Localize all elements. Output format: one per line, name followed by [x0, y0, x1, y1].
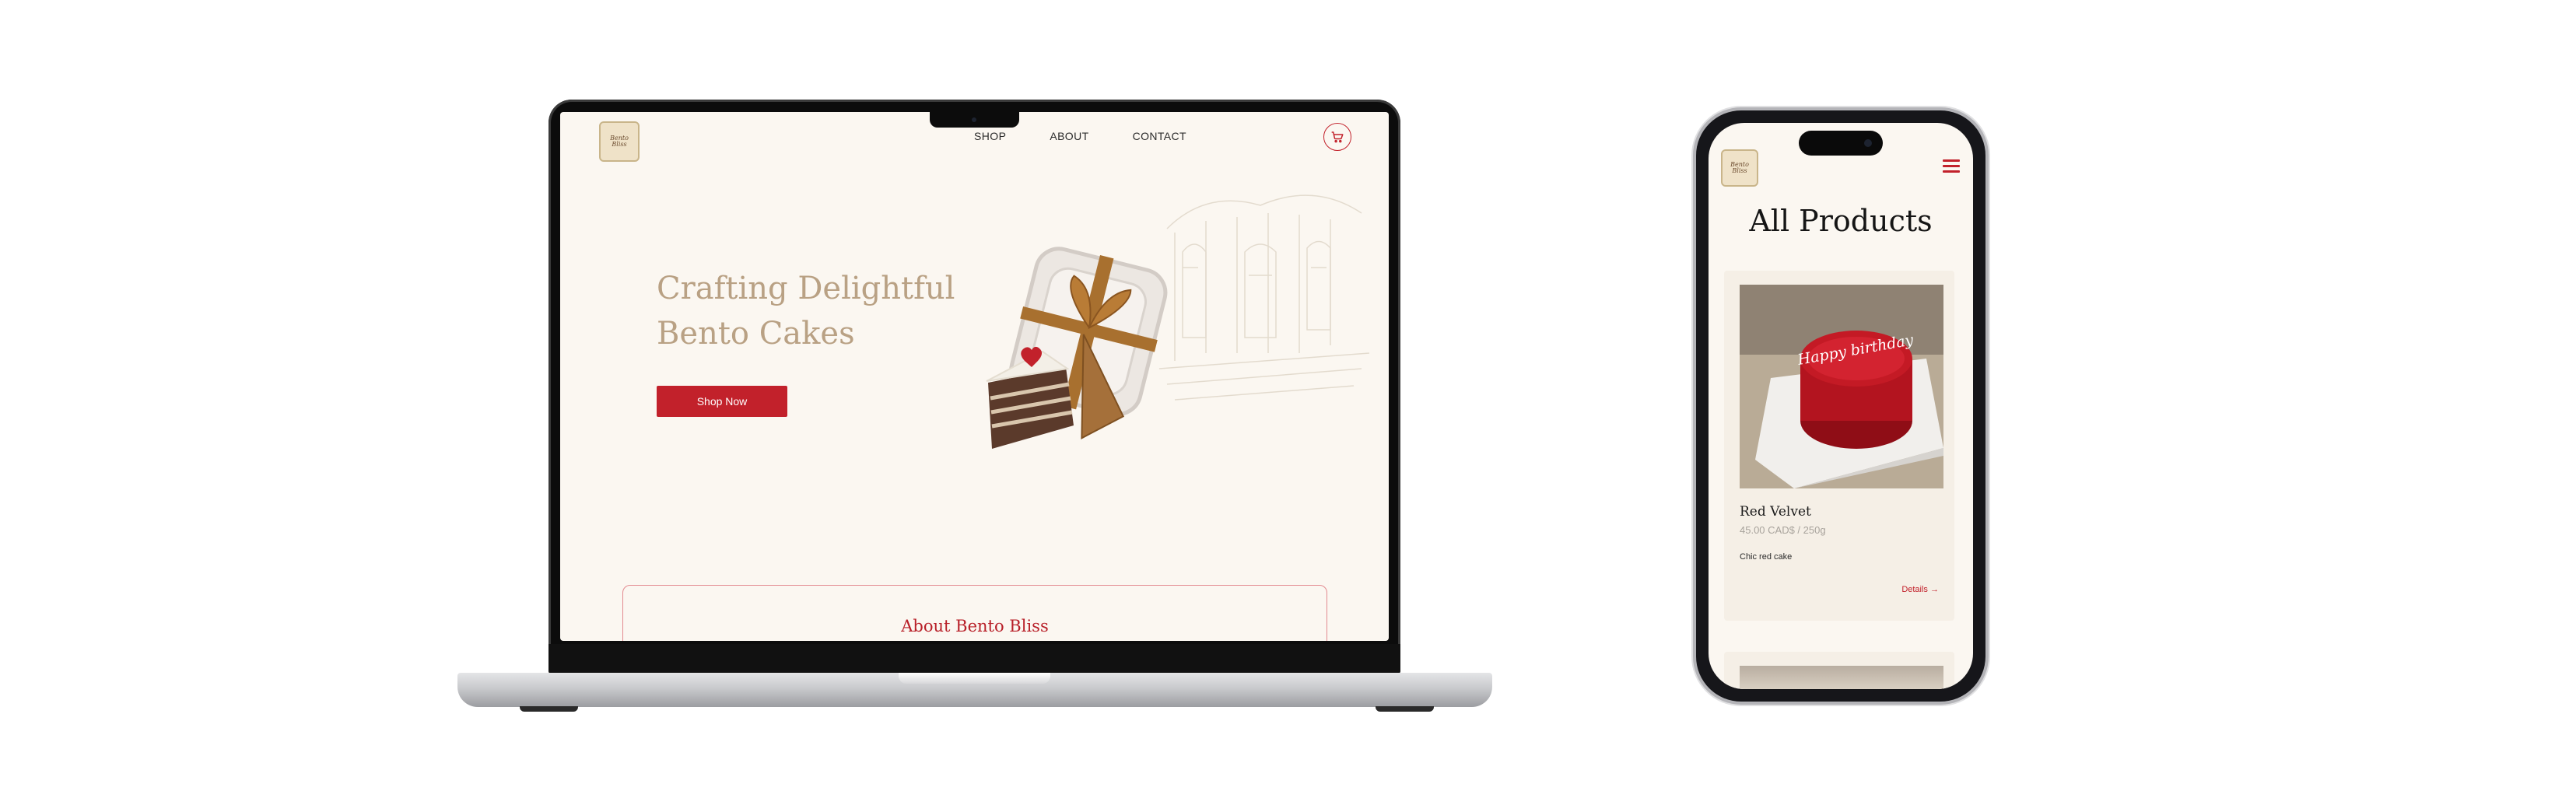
- product-details-link[interactable]: Details →: [1901, 585, 1939, 594]
- nav-shop-link[interactable]: SHOP: [974, 130, 1006, 142]
- product-card[interactable]: [1724, 652, 1954, 689]
- page-title: All Products: [1749, 204, 1933, 238]
- desktop-website-screen: Bento Bliss SHOP ABOUT CONTACT Crafting …: [560, 112, 1389, 641]
- product-name[interactable]: Red Velvet: [1740, 504, 1811, 520]
- logo-line-2: Bliss: [1732, 167, 1747, 174]
- red-velvet-cake-image[interactable]: Happy birthday: [1740, 285, 1943, 488]
- laptop-bezel-bottom: [548, 644, 1400, 675]
- product-price: 45.00 CAD$ / 250g: [1740, 524, 1826, 536]
- nav-about-link[interactable]: ABOUT: [1050, 130, 1088, 142]
- hero-title-line-2: Bento Cakes: [657, 316, 855, 352]
- about-section-card: About Bento Bliss: [622, 585, 1327, 641]
- bento-bliss-logo[interactable]: Bento Bliss: [599, 121, 640, 162]
- logo-line-2: Bliss: [612, 141, 627, 148]
- shop-now-button[interactable]: Shop Now: [657, 386, 787, 417]
- bento-bliss-logo[interactable]: Bento Bliss: [1721, 149, 1758, 187]
- hero-title: Crafting Delightful Bento Cakes: [657, 266, 983, 356]
- cart-button[interactable]: [1323, 123, 1351, 151]
- hero-title-line-1: Crafting Delightful: [657, 271, 955, 306]
- about-title: About Bento Bliss: [901, 617, 1049, 635]
- hamburger-menu-icon[interactable]: [1943, 159, 1960, 177]
- laptop-opening-groove: [899, 673, 1050, 684]
- storefront-sketch-illustration: [1158, 194, 1370, 401]
- product-image[interactable]: [1740, 666, 1943, 689]
- product-card[interactable]: Happy birthday Red Velvet 45.00 CAD$ / 2…: [1724, 271, 1954, 621]
- dynamic-island: [1799, 131, 1883, 156]
- laptop-notch: [930, 112, 1019, 128]
- phone-power-button: [1985, 264, 1989, 327]
- nav-contact-link[interactable]: CONTACT: [1133, 130, 1186, 142]
- bento-cake-box-illustration: [986, 247, 1168, 449]
- camera-icon: [1864, 139, 1872, 147]
- product-description: Chic red cake: [1740, 552, 1793, 562]
- laptop-foot-right: [1376, 706, 1434, 712]
- shopping-cart-icon: [1331, 131, 1344, 143]
- laptop-foot-left: [520, 706, 578, 712]
- main-nav: SHOP ABOUT CONTACT: [974, 130, 1186, 142]
- camera-icon: [972, 117, 976, 122]
- mobile-website-screen: Bento Bliss All Products Happy birthday …: [1709, 123, 1973, 689]
